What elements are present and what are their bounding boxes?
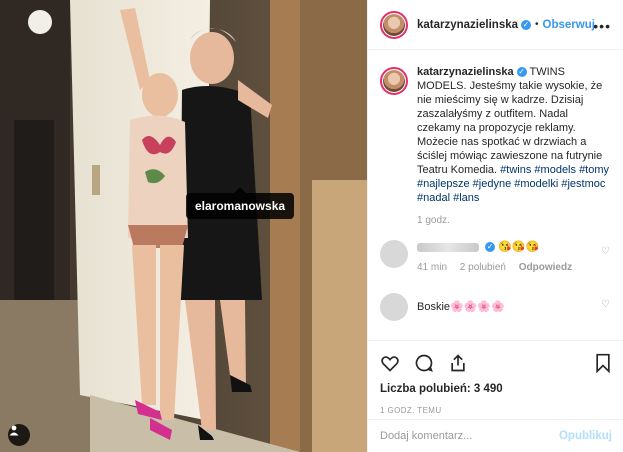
caption-time: 1 godz. [417,215,450,226]
hashtag[interactable]: #jedyne [473,178,512,190]
post-side-panel: katarzynazielinska ✓ • Obserwuj ••• kata… [367,0,623,452]
author-avatar[interactable] [380,10,408,39]
caption-verified-icon: ✓ [516,67,527,78]
hashtag[interactable]: #twins [500,164,531,176]
comment-meta: 41 min 2 polubień Odpowiedz [417,261,597,275]
hashtag[interactable]: #nadal [417,192,450,204]
post-caption: katarzynazielinska ✓ TWINS MODELS. Jesteś… [380,65,612,205]
like-comment-heart-icon[interactable]: ♡ [601,246,610,257]
reply-button[interactable]: Odpowiedz [519,262,572,273]
post-timestamp: 1 GODZ. TEMU [380,406,442,415]
comment-item: Boskie🌸🌸🌸🌸 ♡ [380,293,612,321]
post-actions: Liczba polubień: 3 490 1 GODZ. TEMU [368,340,623,415]
follow-button[interactable]: Obserwuj [543,19,595,31]
author-username[interactable]: katarzynazielinska [417,19,518,31]
comment-text: Boskie🌸🌸🌸🌸 [417,301,505,313]
hashtag[interactable]: #modelki [514,178,558,190]
caption-avatar[interactable] [380,67,408,95]
bookmark-icon[interactable] [594,353,612,373]
user-tag-label[interactable]: elaromanowska [186,187,295,219]
hashtag[interactable]: #tomy [579,164,609,176]
comments-list[interactable]: katarzynazielinska ✓ TWINS MODELS. Jesteś… [368,51,623,339]
comment-bubble-icon[interactable] [414,353,434,373]
comment-text: 😘😘😘 [498,241,540,253]
comment-input[interactable] [380,430,559,442]
user-tags-button[interactable] [8,424,30,446]
caption-text: katarzynazielinska ✓ TWINS MODELS. Jesteś… [417,65,612,205]
caption-body: TWINS MODELS. Jesteśmy takie wysokie, że… [417,66,603,176]
blurred-username[interactable] [417,242,479,252]
hashtag[interactable]: #najlepsze [417,178,470,190]
likes-count[interactable]: Liczba polubień: 3 490 [380,383,612,395]
comment-time: 41 min [417,262,448,273]
caption-username[interactable]: katarzynazielinska [417,66,514,78]
comment-likes[interactable]: 2 polubień [460,262,506,273]
more-options-icon[interactable]: ••• [593,18,611,34]
verified-badge-icon: ✓ [521,19,532,30]
add-comment-bar: Opublikuj [368,419,623,452]
commenter-avatar[interactable] [380,240,408,268]
hashtag[interactable]: #jestmoc [561,178,605,190]
post-photo[interactable]: elaromanowska [0,0,367,452]
publish-button[interactable]: Opublikuj [559,430,612,442]
hashtag[interactable]: #models [534,164,576,176]
share-icon[interactable] [448,353,468,373]
action-icons [380,349,612,377]
like-comment-heart-icon[interactable]: ♡ [601,299,610,310]
hashtag[interactable]: #lans [453,192,479,204]
person-icon [9,425,19,436]
post-header: katarzynazielinska ✓ • Obserwuj ••• [368,0,623,50]
separator-dot: • [535,19,539,30]
commenter-avatar[interactable] [380,293,408,321]
photo-illustration [0,0,367,452]
commenter-verified-icon: ✓ [485,242,496,253]
like-heart-icon[interactable] [380,353,400,373]
comment-item: ✓ 😘😘😘 41 min 2 polubień Odpowiedz ♡ [380,240,612,275]
